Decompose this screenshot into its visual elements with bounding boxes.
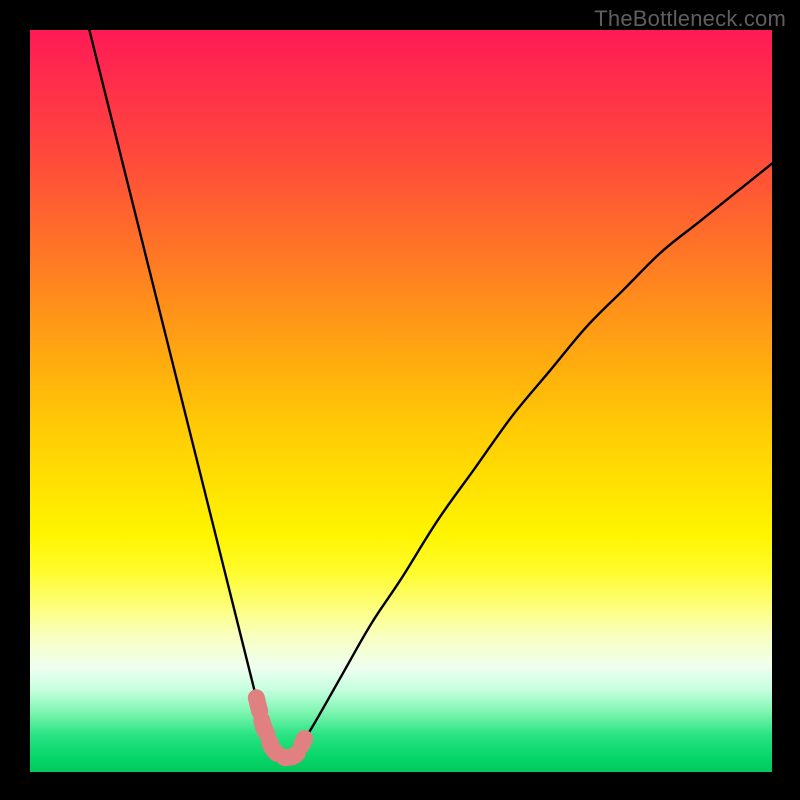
highlight-segment — [256, 698, 304, 758]
watermark-text: TheBottleneck.com — [594, 6, 786, 32]
bottleneck-curve — [89, 30, 772, 758]
plot-area — [30, 30, 772, 772]
chart-svg — [30, 30, 772, 772]
